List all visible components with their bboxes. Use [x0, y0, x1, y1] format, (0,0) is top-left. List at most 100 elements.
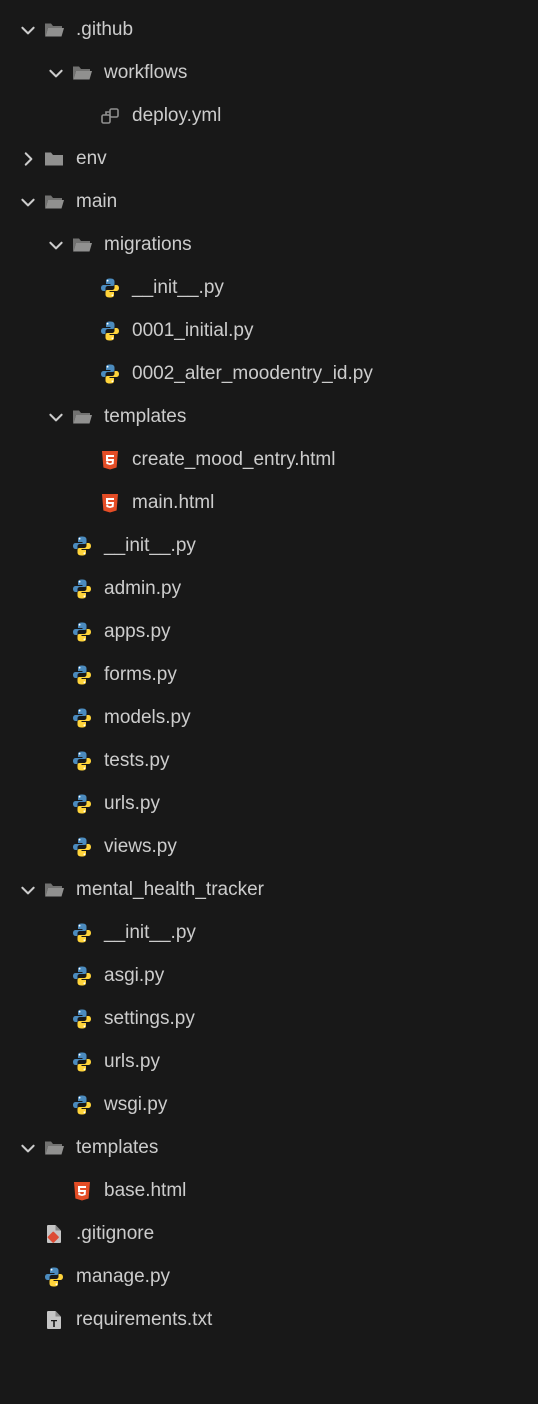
tree-item-label: asgi.py: [104, 965, 164, 987]
python-file-icon: [70, 964, 94, 988]
tree-row[interactable]: wsgi.py: [0, 1083, 538, 1126]
tree-item-label: 0002_alter_moodentry_id.py: [132, 363, 373, 385]
tree-row[interactable]: forms.py: [0, 653, 538, 696]
tree-item-label: base.html: [104, 1180, 186, 1202]
chevron-down-icon[interactable]: [14, 21, 42, 39]
tree-item-label: .gitignore: [76, 1223, 154, 1245]
tree-row[interactable]: deploy.yml: [0, 94, 538, 137]
tree-row[interactable]: env: [0, 137, 538, 180]
chevron-down-icon[interactable]: [42, 408, 70, 426]
tree-row[interactable]: __init__.py: [0, 266, 538, 309]
tree-row[interactable]: urls.py: [0, 782, 538, 825]
folder-open-icon: [70, 61, 94, 85]
tree-row[interactable]: __init__.py: [0, 524, 538, 567]
tree-item-label: env: [76, 148, 107, 170]
tree-row[interactable]: create_mood_entry.html: [0, 438, 538, 481]
chevron-down-icon[interactable]: [14, 1139, 42, 1157]
folder-open-icon: [42, 1136, 66, 1160]
chevron-down-icon[interactable]: [42, 236, 70, 254]
tree-row[interactable]: settings.py: [0, 997, 538, 1040]
tree-row[interactable]: base.html: [0, 1169, 538, 1212]
tree-item-label: urls.py: [104, 793, 160, 815]
tree-item-label: main: [76, 191, 117, 213]
tree-item-label: main.html: [132, 492, 214, 514]
tree-item-label: create_mood_entry.html: [132, 449, 335, 471]
html-file-icon: [98, 448, 122, 472]
python-file-icon: [98, 362, 122, 386]
python-file-icon: [70, 749, 94, 773]
tree-item-label: templates: [76, 1137, 158, 1159]
tree-item-label: manage.py: [76, 1266, 170, 1288]
tree-item-label: __init__.py: [132, 277, 224, 299]
python-file-icon: [70, 921, 94, 945]
tree-row[interactable]: .github: [0, 8, 538, 51]
tree-row[interactable]: main.html: [0, 481, 538, 524]
tree-item-label: .github: [76, 19, 133, 41]
tree-row[interactable]: asgi.py: [0, 954, 538, 997]
tree-row[interactable]: 0002_alter_moodentry_id.py: [0, 352, 538, 395]
python-file-icon: [70, 534, 94, 558]
tree-item-label: workflows: [104, 62, 187, 84]
python-file-icon: [70, 663, 94, 687]
tree-row[interactable]: apps.py: [0, 610, 538, 653]
tree-row[interactable]: views.py: [0, 825, 538, 868]
file-explorer-tree: .github workflows deploy.yml env main migrati…: [0, 8, 538, 1341]
tree-item-label: urls.py: [104, 1051, 160, 1073]
tree-row[interactable]: mental_health_tracker: [0, 868, 538, 911]
tree-row[interactable]: __init__.py: [0, 911, 538, 954]
tree-item-label: views.py: [104, 836, 177, 858]
chevron-down-icon[interactable]: [42, 64, 70, 82]
python-file-icon: [70, 577, 94, 601]
tree-row[interactable]: admin.py: [0, 567, 538, 610]
tree-item-label: wsgi.py: [104, 1094, 167, 1116]
python-file-icon: [70, 706, 94, 730]
chevron-right-icon[interactable]: [14, 150, 42, 168]
tree-row[interactable]: models.py: [0, 696, 538, 739]
tree-item-label: 0001_initial.py: [132, 320, 253, 342]
folder-open-icon: [70, 233, 94, 257]
folder-open-icon: [42, 878, 66, 902]
folder-icon: [42, 147, 66, 171]
text-file-icon: [42, 1308, 66, 1332]
tree-row[interactable]: workflows: [0, 51, 538, 94]
tree-row[interactable]: tests.py: [0, 739, 538, 782]
tree-row[interactable]: 0001_initial.py: [0, 309, 538, 352]
python-file-icon: [98, 276, 122, 300]
tree-item-label: migrations: [104, 234, 192, 256]
tree-row[interactable]: templates: [0, 395, 538, 438]
tree-row[interactable]: main: [0, 180, 538, 223]
tree-row[interactable]: templates: [0, 1126, 538, 1169]
tree-item-label: templates: [104, 406, 186, 428]
tree-row[interactable]: .gitignore: [0, 1212, 538, 1255]
python-file-icon: [70, 1093, 94, 1117]
python-file-icon: [42, 1265, 66, 1289]
tree-row[interactable]: migrations: [0, 223, 538, 266]
folder-open-icon: [70, 405, 94, 429]
python-file-icon: [70, 1050, 94, 1074]
tree-row[interactable]: requirements.txt: [0, 1298, 538, 1341]
tree-row[interactable]: urls.py: [0, 1040, 538, 1083]
html-file-icon: [98, 491, 122, 515]
tree-item-label: deploy.yml: [132, 105, 221, 127]
tree-item-label: forms.py: [104, 664, 177, 686]
python-file-icon: [70, 620, 94, 644]
folder-open-icon: [42, 190, 66, 214]
tree-item-label: settings.py: [104, 1008, 195, 1030]
python-file-icon: [70, 1007, 94, 1031]
tree-item-label: __init__.py: [104, 535, 196, 557]
tree-item-label: tests.py: [104, 750, 169, 772]
tree-row[interactable]: manage.py: [0, 1255, 538, 1298]
tree-item-label: apps.py: [104, 621, 171, 643]
yaml-file-icon: [98, 104, 122, 128]
html-file-icon: [70, 1179, 94, 1203]
python-file-icon: [98, 319, 122, 343]
tree-item-label: mental_health_tracker: [76, 879, 264, 901]
git-file-icon: [42, 1222, 66, 1246]
tree-item-label: requirements.txt: [76, 1309, 212, 1331]
python-file-icon: [70, 835, 94, 859]
tree-item-label: models.py: [104, 707, 191, 729]
chevron-down-icon[interactable]: [14, 193, 42, 211]
chevron-down-icon[interactable]: [14, 881, 42, 899]
tree-item-label: __init__.py: [104, 922, 196, 944]
python-file-icon: [70, 792, 94, 816]
